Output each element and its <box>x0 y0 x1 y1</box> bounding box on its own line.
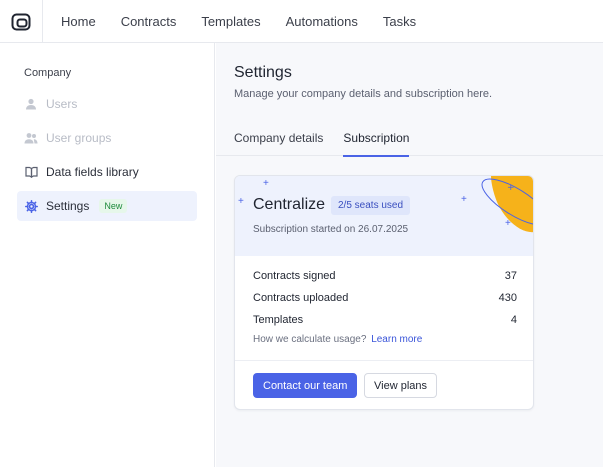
nav-home[interactable]: Home <box>61 14 96 29</box>
nav-templates[interactable]: Templates <box>201 14 260 29</box>
tab-subscription[interactable]: Subscription <box>343 131 410 157</box>
decorative-planet-icon: + <box>481 176 533 233</box>
subscription-card: + + + + + Centralize 2/5 seats used Subs… <box>234 175 534 410</box>
sparkle-icon: + <box>238 196 244 207</box>
tab-company-details[interactable]: Company details <box>234 131 323 157</box>
sidebar-item-user-groups[interactable]: User groups <box>17 123 197 153</box>
main-nav: Home Contracts Templates Automations Tas… <box>61 0 441 43</box>
sidebar-item-label: Users <box>46 97 78 111</box>
usage-label: Contracts signed <box>253 270 336 282</box>
usage-calculation-note: How we calculate usage? Learn more <box>253 334 422 345</box>
usage-row-contracts-uploaded: Contracts uploaded 430 <box>253 292 517 304</box>
gear-icon <box>24 199 38 213</box>
sidebar-item-data-fields-library[interactable]: Data fields library <box>17 157 197 187</box>
sidebar-section-title: Company <box>24 67 72 79</box>
usage-value: 37 <box>504 270 517 282</box>
usage-label: Contracts uploaded <box>253 292 349 304</box>
view-plans-button[interactable]: View plans <box>364 373 437 398</box>
usage-row-templates: Templates 4 <box>253 314 517 326</box>
usage-value: 430 <box>498 292 517 304</box>
sparkle-icon: + <box>263 178 269 189</box>
app-logo-icon[interactable] <box>0 0 43 43</box>
user-group-icon <box>24 131 38 145</box>
divider <box>235 360 533 361</box>
page-header: Settings Manage your company details and… <box>216 43 603 157</box>
main-content: Settings Manage your company details and… <box>216 43 603 467</box>
learn-more-link[interactable]: Learn more <box>371 334 422 345</box>
new-badge: New <box>99 199 128 213</box>
top-navigation: Home Contracts Templates Automations Tas… <box>0 0 603 43</box>
nav-tasks[interactable]: Tasks <box>383 14 416 29</box>
subscription-start-date: Subscription started on 26.07.2025 <box>253 224 409 235</box>
calc-note-text: How we calculate usage? <box>253 334 367 345</box>
nav-contracts[interactable]: Contracts <box>121 14 177 29</box>
subscription-card-header: + + + + + Centralize 2/5 seats used Subs… <box>235 176 533 256</box>
sidebar-item-label: User groups <box>46 131 112 145</box>
sidebar: Company Users User groups Data fields li… <box>0 43 215 467</box>
usage-value: 4 <box>510 314 517 326</box>
contact-our-team-button[interactable]: Contact our team <box>253 373 358 398</box>
sidebar-item-label: Settings <box>46 199 90 213</box>
user-icon <box>24 97 38 111</box>
book-icon <box>24 165 38 179</box>
sidebar-item-users[interactable]: Users <box>17 89 197 119</box>
page-title: Settings <box>234 64 292 81</box>
page-subtitle: Manage your company details and subscrip… <box>234 88 493 100</box>
usage-row-contracts-signed: Contracts signed 37 <box>253 270 517 282</box>
usage-label: Templates <box>253 314 304 326</box>
svg-text:+: + <box>507 183 515 193</box>
plan-name: Centralize <box>253 196 326 213</box>
sidebar-item-settings[interactable]: Settings New <box>17 191 197 221</box>
nav-automations[interactable]: Automations <box>286 14 358 29</box>
settings-tabs: Company details Subscription <box>234 131 429 157</box>
sidebar-item-label: Data fields library <box>46 165 139 179</box>
seats-used-badge: 2/5 seats used <box>331 196 411 215</box>
sparkle-icon: + <box>461 194 467 205</box>
